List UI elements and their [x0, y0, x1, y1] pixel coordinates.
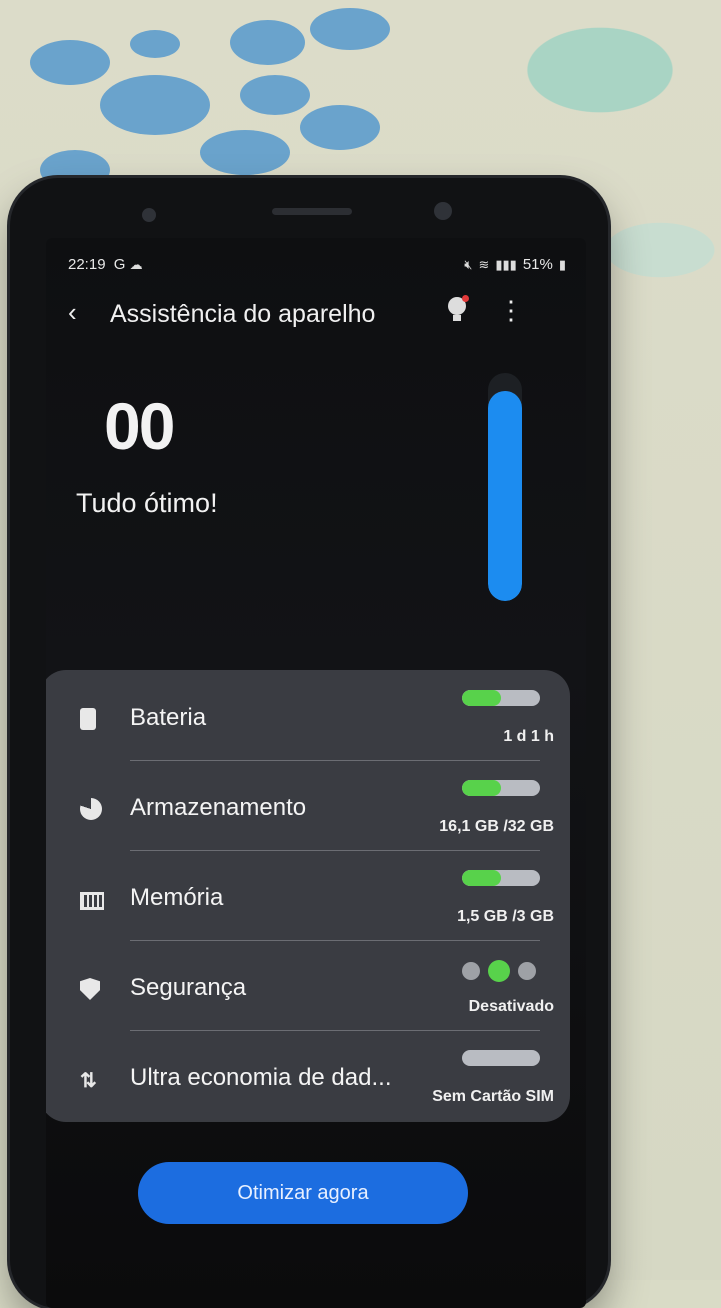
score-gauge — [488, 373, 522, 601]
level-bar-fill — [462, 690, 501, 706]
shield-icon — [80, 978, 100, 1000]
optimization-score: 00 — [104, 389, 175, 463]
carrier-indicator: G — [113, 256, 126, 273]
fabric-spot — [100, 75, 210, 135]
device-care-screen: 22:19 G ☁ 🔇︎ ≋ ▮▮▮ 51% ▮ ‹ Assistência d… — [46, 238, 586, 1308]
battery-icon: ▮ — [558, 256, 566, 272]
back-icon[interactable]: ‹ — [68, 297, 77, 328]
level-bar — [462, 780, 540, 796]
page-title: Assistência do aparelho — [110, 300, 376, 328]
item-label: Segurança — [130, 974, 247, 1001]
list-item-storage[interactable]: Armazenamento 16,1 GB /32 GB — [46, 760, 570, 852]
fabric-spot — [230, 20, 305, 65]
level-bar — [462, 1050, 540, 1066]
phone-device: 22:19 G ☁ 🔇︎ ≋ ▮▮▮ 51% ▮ ‹ Assistência d… — [10, 178, 608, 1308]
bulb-base — [453, 315, 461, 321]
item-label: Bateria — [130, 704, 207, 731]
status-time-group: 22:19 G ☁ — [68, 256, 143, 273]
memory-chip-icon — [80, 892, 104, 910]
status-bar: 22:19 G ☁ 🔇︎ ≋ ▮▮▮ 51% ▮ — [46, 256, 586, 276]
item-label: Ultra economia de dad... — [130, 1064, 392, 1091]
item-value: 1,5 GB /3 GB — [457, 908, 554, 925]
item-value: Desativado — [468, 998, 554, 1015]
fabric-spot — [310, 8, 390, 50]
score-gauge-fill — [488, 391, 522, 601]
notification-dot — [462, 295, 469, 302]
status-dot-active — [488, 960, 510, 982]
optimize-now-button[interactable]: Otimizar agora — [138, 1162, 468, 1224]
fabric-spot — [240, 75, 310, 115]
fabric-spot — [30, 40, 110, 85]
level-bar — [462, 690, 540, 706]
item-value: Sem Cartão SIM — [432, 1088, 554, 1105]
item-label: Armazenamento — [130, 794, 307, 821]
level-bar-fill — [462, 870, 501, 886]
clock: 22:19 — [68, 256, 106, 273]
front-camera — [434, 202, 452, 220]
storage-pie-icon — [80, 798, 102, 820]
item-label: Memória — [130, 884, 224, 911]
item-value: 1 d 1 h — [503, 728, 554, 745]
list-item-security[interactable]: Segurança Desativado — [46, 940, 570, 1032]
status-icons: 🔇︎ ≋ ▮▮▮ 51% ▮ — [464, 256, 566, 273]
battery-icon — [80, 708, 96, 730]
cloud-icon: ☁ — [129, 257, 143, 272]
item-value: 16,1 GB /32 GB — [439, 818, 554, 835]
sensor — [142, 208, 156, 222]
status-dot — [518, 962, 536, 980]
list-item-ultra-data-saving[interactable]: ⇅ Ultra economia de dad... Sem Cartão SI… — [46, 1030, 570, 1122]
battery-percent: 51% — [522, 256, 553, 273]
fabric-spot — [200, 130, 290, 175]
data-saver-icon: ⇅ — [80, 1070, 97, 1092]
fabric-spot — [130, 30, 180, 58]
list-item-memory[interactable]: Memória 1,5 GB /3 GB — [46, 850, 570, 942]
app-header: ‹ Assistência do aparelho ⋮ — [46, 293, 586, 333]
wifi-icon: ≋ — [478, 256, 490, 272]
security-status-dots — [462, 960, 536, 982]
earpiece-speaker — [272, 208, 352, 215]
fabric-spot — [300, 105, 380, 150]
signal-icon: ▮▮▮ — [495, 256, 517, 272]
status-dot — [462, 962, 480, 980]
list-item-battery[interactable]: Bateria 1 d 1 h — [46, 670, 570, 762]
mute-icon: 🔇︎ — [464, 256, 473, 272]
level-bar-fill — [462, 780, 501, 796]
tips-lightbulb-icon[interactable] — [446, 295, 469, 323]
status-card: Bateria 1 d 1 h Armazenamento 16,1 GB /3… — [46, 670, 570, 1122]
status-summary: Tudo ótimo! — [76, 488, 218, 518]
level-bar — [462, 870, 540, 886]
more-options-icon[interactable]: ⋮ — [498, 295, 524, 326]
